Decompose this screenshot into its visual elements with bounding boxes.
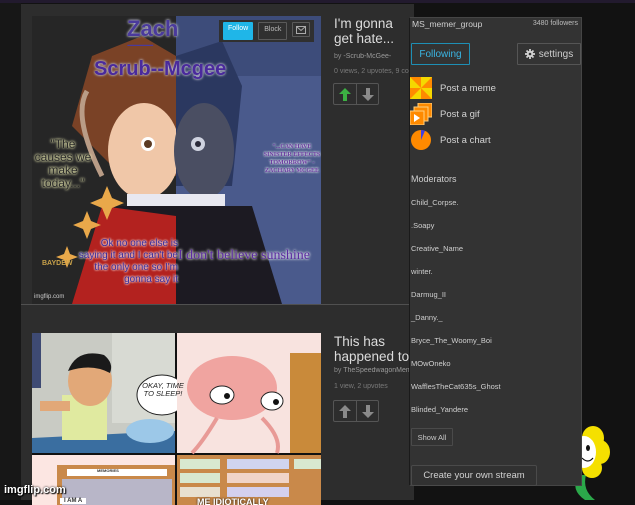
moderators-heading: Moderators bbox=[411, 174, 457, 184]
post-gif-option[interactable]: Post a gif bbox=[410, 103, 480, 125]
post-author: by -Scrub-McGee- bbox=[334, 53, 414, 60]
stream-name[interactable]: MS_memer_group bbox=[412, 19, 482, 29]
moderator-link[interactable]: .Soapy bbox=[411, 221, 434, 230]
meme-icon bbox=[410, 77, 432, 99]
post-chart-label: Post a chart bbox=[440, 134, 491, 146]
moderator-link[interactable]: MOwOneko bbox=[411, 359, 451, 368]
upvote-button[interactable] bbox=[334, 84, 356, 104]
upvote-button[interactable] bbox=[334, 401, 356, 421]
user-actions: Follow Block bbox=[219, 20, 315, 42]
follower-count: 3480 followers bbox=[532, 20, 578, 27]
chart-icon bbox=[411, 129, 431, 150]
meme-caption-left: I AM A bbox=[60, 498, 87, 504]
downvote-button[interactable] bbox=[356, 84, 378, 104]
moderator-link[interactable]: _Danny._ bbox=[411, 313, 443, 322]
meme-speech-bubble: OKAY, TIME TO SLEEP! bbox=[142, 381, 184, 398]
stream-sidebar: MS_memer_group 3480 followers Following … bbox=[409, 17, 582, 486]
arrow-up-icon bbox=[339, 404, 351, 418]
follow-button[interactable]: Follow bbox=[223, 22, 254, 40]
post-title[interactable]: I'm gonna get hate... but it's bbox=[334, 16, 414, 46]
meme-title-top: Zach bbox=[127, 16, 179, 41]
meme-caption-left: Ok no one else is saying it and I can't … bbox=[78, 238, 178, 285]
moderator-link[interactable]: Child_Corpse. bbox=[411, 198, 459, 207]
imgflip-watermark: imgflip.com bbox=[34, 294, 65, 300]
moderator-link[interactable]: Darmug_II bbox=[411, 290, 446, 299]
moderator-link[interactable]: winter. bbox=[411, 267, 433, 276]
feed-post: OKAY, TIME TO SLEEP! MEMORIES ME IDIOTIC… bbox=[21, 304, 414, 505]
author-prefix: by bbox=[334, 367, 342, 374]
author-prefix: by bbox=[334, 53, 342, 60]
post-meme-label: Post a meme bbox=[440, 82, 496, 94]
vote-buttons bbox=[333, 400, 379, 422]
vote-buttons bbox=[333, 83, 379, 105]
post-chart-option[interactable]: Post a chart bbox=[410, 129, 491, 151]
post-stats: 1 view, 2 upvotes bbox=[334, 383, 388, 390]
post-gif-label: Post a gif bbox=[440, 108, 480, 120]
meme-shelf-label: MEMORIES bbox=[97, 468, 119, 473]
moderator-link[interactable]: Creative_Name bbox=[411, 244, 463, 253]
meme-caption-right: I don't believe sunshine bbox=[178, 248, 310, 263]
downvote-button[interactable] bbox=[356, 401, 378, 421]
moderator-link[interactable]: Bryce_The_Woomy_Boi bbox=[411, 336, 492, 345]
meme-title-bottom: Scrub--Mcgee bbox=[94, 58, 227, 80]
meme-divider: ----------- bbox=[127, 40, 154, 51]
post-title[interactable]: This has happened to us at one point bbox=[334, 334, 414, 364]
arrow-down-icon bbox=[361, 87, 374, 101]
meme-artwork bbox=[32, 333, 321, 505]
meme-caption-bottom: ME IDIOTICALLY bbox=[197, 497, 269, 505]
post-author: by TheSpeedwagonMemer bbox=[334, 367, 414, 374]
block-button[interactable]: Block bbox=[258, 22, 288, 40]
meme-image[interactable]: OKAY, TIME TO SLEEP! MEMORIES ME IDIOTIC… bbox=[32, 333, 321, 505]
imgflip-watermark: imgflip.com bbox=[4, 484, 66, 496]
create-stream-button[interactable]: Create your own stream bbox=[411, 465, 537, 486]
arrow-up-icon bbox=[339, 87, 351, 101]
left-gutter bbox=[0, 3, 21, 500]
meme-quote-left: "The causes we make today..." bbox=[34, 137, 92, 190]
meme-quote-right: "...CAN HAVE SINISTER EFFECTS TOMORROW" … bbox=[263, 144, 321, 174]
arrow-down-icon bbox=[361, 404, 374, 418]
gif-icon bbox=[410, 103, 432, 125]
message-button[interactable] bbox=[292, 22, 311, 37]
gear-icon bbox=[524, 49, 535, 59]
show-all-button[interactable]: Show All bbox=[411, 428, 453, 446]
moderator-link[interactable]: Blinded_Yandere bbox=[411, 405, 468, 414]
top-bar bbox=[0, 0, 635, 3]
meme-image[interactable]: Zach ----------- Scrub--Mcgee "The cause… bbox=[32, 16, 321, 304]
settings-label: settings bbox=[538, 48, 574, 60]
following-button[interactable]: Following bbox=[411, 43, 470, 65]
artist-watermark: BAYDEW bbox=[42, 260, 73, 267]
post-stats: 0 views, 2 upvotes, 9 comments bbox=[334, 68, 414, 75]
envelope-icon bbox=[296, 25, 307, 34]
author-link[interactable]: TheSpeedwagonMemer bbox=[343, 367, 414, 374]
feed-post: Zach ----------- Scrub--Mcgee "The cause… bbox=[21, 4, 414, 304]
moderator-link[interactable]: WafflesTheCat635s_Ghost bbox=[411, 382, 501, 391]
meme-feed: Zach ----------- Scrub--Mcgee "The cause… bbox=[21, 4, 414, 505]
settings-button[interactable]: settings bbox=[517, 43, 581, 65]
post-meme-option[interactable]: Post a meme bbox=[410, 77, 496, 99]
author-link[interactable]: -Scrub-McGee- bbox=[343, 53, 391, 60]
